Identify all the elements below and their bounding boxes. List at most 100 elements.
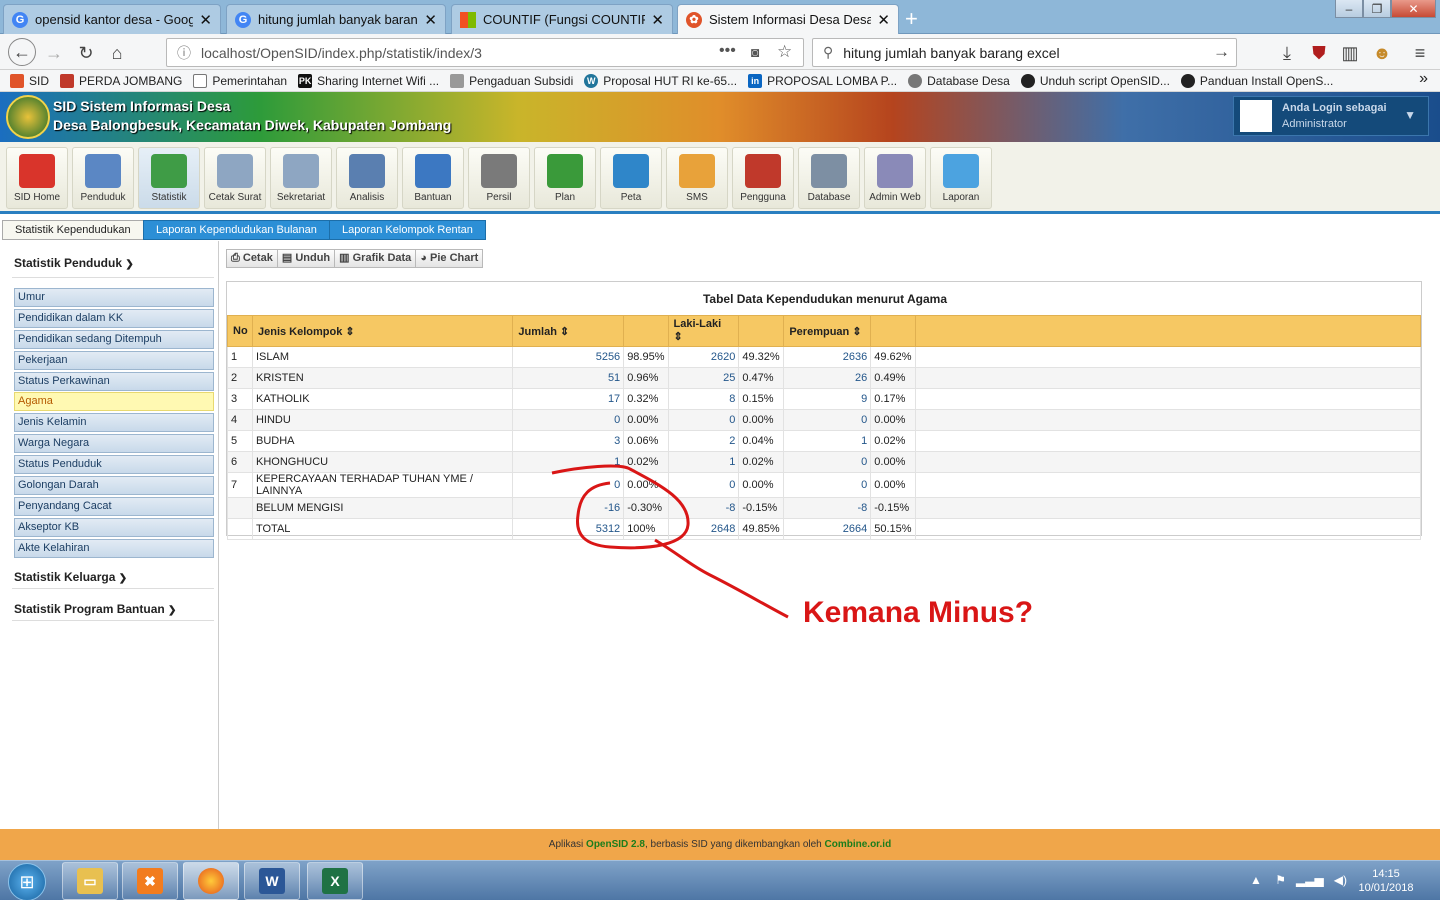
network-icon[interactable]: ▂▃▅: [1296, 873, 1324, 887]
close-icon[interactable]: ✕: [877, 11, 890, 29]
cell-jumlah[interactable]: 3: [512, 430, 625, 452]
taskbar-firefox[interactable]: [183, 862, 239, 900]
toolbar-sid-home-button[interactable]: SID Home: [6, 147, 68, 209]
sidebar-section-statistik-keluarga[interactable]: Statistik Keluarga ❯: [14, 570, 127, 584]
sidebar-section-statistik-program-bantuan[interactable]: Statistik Program Bantuan ❯: [14, 602, 176, 616]
tab-statistik-kependudukan[interactable]: Statistik Kependudukan: [2, 220, 144, 240]
bookmark-panduan[interactable]: Panduan Install OpenS...: [1180, 73, 1333, 88]
toolbar-statistik-button[interactable]: Statistik: [138, 147, 200, 209]
minimize-icon[interactable]: –: [1335, 0, 1363, 18]
toolbar-admin-web-button[interactable]: Admin Web: [864, 147, 926, 209]
more-bookmarks-chevron-icon[interactable]: »: [1419, 70, 1428, 88]
bookmark-pemerintahan[interactable]: Pemerintahan: [193, 73, 287, 88]
grafik-data-button[interactable]: ▥ Grafik Data: [334, 249, 417, 268]
close-icon[interactable]: ✕: [424, 11, 437, 29]
sidebar-item-akte-kelahiran[interactable]: Akte Kelahiran: [14, 539, 214, 558]
col-laki-laki[interactable]: Laki-Laki ⇕: [667, 315, 740, 347]
taskbar-xampp[interactable]: ✖: [122, 862, 178, 900]
toolbar-sekretariat-button[interactable]: Sekretariat: [270, 147, 332, 209]
toolbar-plan-button[interactable]: Plan: [534, 147, 596, 209]
sidebar-item-status-perkawinan[interactable]: Status Perkawinan: [14, 372, 214, 391]
sidebar-item-status-penduduk[interactable]: Status Penduduk: [14, 455, 214, 474]
menu-hamburger-icon[interactable]: ≡: [1408, 41, 1432, 65]
sidebar-item-golongan-darah[interactable]: Golongan Darah: [14, 476, 214, 495]
forward-arrow-icon[interactable]: →: [42, 41, 66, 65]
bookmark-sid[interactable]: SID: [10, 73, 49, 88]
maximize-icon[interactable]: ❐: [1363, 0, 1391, 18]
bookmark-proposal-hut[interactable]: W Proposal HUT RI ke-65...: [584, 73, 737, 88]
sidebar-section-statistik-penduduk[interactable]: Statistik Penduduk ❯: [14, 256, 134, 270]
taskbar-clock[interactable]: 14:15 10/01/2018: [1346, 867, 1426, 895]
cell-laki[interactable]: 8: [667, 388, 740, 410]
toolbar-cetak-surat-button[interactable]: Cetak Surat: [204, 147, 266, 209]
bookmark-unduh-script[interactable]: Unduh script OpenSID...: [1020, 73, 1170, 88]
toolbar-pengguna-button[interactable]: Pengguna: [732, 147, 794, 209]
toolbar-persil-button[interactable]: Persil: [468, 147, 530, 209]
cell-perempuan[interactable]: 0: [783, 409, 872, 431]
cell-jumlah[interactable]: 51: [512, 367, 625, 389]
bookmark-database-desa[interactable]: Database Desa: [908, 73, 1010, 88]
search-go-arrow-icon[interactable]: →: [1213, 42, 1230, 62]
bookmark-star-icon[interactable]: ☆: [777, 42, 792, 62]
close-icon[interactable]: ✕: [651, 11, 664, 29]
pocket-icon[interactable]: ◙: [751, 44, 759, 60]
close-icon[interactable]: ✕: [199, 11, 212, 29]
toolbar-database-button[interactable]: Database: [798, 147, 860, 209]
home-icon[interactable]: ⌂: [105, 41, 129, 65]
toolbar-laporan-button[interactable]: Laporan: [930, 147, 992, 209]
pie-chart-button[interactable]: ◕ Pie Chart: [415, 249, 484, 268]
sidebar-item-agama[interactable]: Agama: [14, 392, 214, 411]
toolbar-bantuan-button[interactable]: Bantuan: [402, 147, 464, 209]
window-close-icon[interactable]: ✕: [1391, 0, 1436, 18]
ublock-icon[interactable]: ⛊: [1307, 41, 1331, 65]
cell-perempuan[interactable]: 9: [783, 388, 872, 410]
combine-link[interactable]: Combine.or.id: [825, 839, 892, 850]
url-bar[interactable]: ⓘ localhost/OpenSID/index.php/statistik/…: [166, 38, 804, 67]
unduh-button[interactable]: ▤ Unduh: [276, 249, 336, 268]
bookmark-perda[interactable]: PERDA JOMBANG: [60, 73, 182, 88]
cell-jumlah[interactable]: 5256: [512, 346, 625, 368]
sidebar-item-warga-negara[interactable]: Warga Negara: [14, 434, 214, 453]
download-icon[interactable]: ⤓: [1275, 41, 1299, 65]
show-hidden-icons-icon[interactable]: ▲: [1250, 873, 1262, 887]
new-tab-plus-icon[interactable]: +: [905, 6, 918, 32]
windows-start-button[interactable]: ⊞: [8, 863, 46, 900]
reload-icon[interactable]: ↻: [74, 41, 98, 65]
opensid-link[interactable]: OpenSID 2.8: [586, 839, 645, 850]
sidebar-item-pendidikan-dalam-kk[interactable]: Pendidikan dalam KK: [14, 309, 214, 328]
sidebar-item-jenis-kelamin[interactable]: Jenis Kelamin: [14, 413, 214, 432]
sidebar-item-pendidikan-sedang-ditempuh[interactable]: Pendidikan sedang Ditempuh: [14, 330, 214, 349]
tab-laporan-kelompok-rentan[interactable]: Laporan Kelompok Rentan: [329, 220, 486, 240]
extension-icon[interactable]: ☻: [1370, 41, 1394, 65]
volume-icon[interactable]: ◀): [1334, 873, 1347, 887]
toolbar-sms-button[interactable]: SMS: [666, 147, 728, 209]
taskbar-excel[interactable]: X: [307, 862, 363, 900]
sidebar-item-umur[interactable]: Umur: [14, 288, 214, 307]
taskbar-explorer[interactable]: ▭: [62, 862, 118, 900]
back-arrow-icon[interactable]: ←: [8, 38, 36, 66]
browser-tab-3[interactable]: COUNTIF (Fungsi COUNTIF) - D ✕: [451, 4, 673, 34]
cell-laki[interactable]: 2: [667, 430, 740, 452]
sidebar-item-pekerjaan[interactable]: Pekerjaan: [14, 351, 214, 370]
cell-jumlah[interactable]: 0: [512, 409, 625, 431]
toolbar-penduduk-button[interactable]: Penduduk: [72, 147, 134, 209]
bookmark-proposal-lomba[interactable]: in PROPOSAL LOMBA P...: [748, 73, 897, 88]
cell-perempuan[interactable]: 1: [783, 430, 872, 452]
cell-perempuan[interactable]: 2636: [783, 346, 872, 368]
search-input[interactable]: ⚲ hitung jumlah banyak barang excel →: [812, 38, 1237, 67]
library-icon[interactable]: ▥: [1338, 41, 1362, 65]
col-perempuan[interactable]: Perempuan ⇕: [783, 315, 872, 347]
cell-laki[interactable]: 2620: [667, 346, 740, 368]
bookmark-sharing[interactable]: PK Sharing Internet Wifi ...: [298, 73, 439, 88]
browser-tab-2[interactable]: G hitung jumlah banyak barang e ✕: [226, 4, 446, 34]
sidebar-item-akseptor-kb[interactable]: Akseptor KB: [14, 518, 214, 537]
toolbar-peta-button[interactable]: Peta: [600, 147, 662, 209]
cell-jumlah[interactable]: 17: [512, 388, 625, 410]
cetak-button[interactable]: ⎙ Cetak: [226, 249, 278, 268]
toolbar-analisis-button[interactable]: Analisis: [336, 147, 398, 209]
browser-tab-4-active[interactable]: ✿ Sistem Informasi Desa Desa Bal ✕: [677, 4, 899, 34]
cell-perempuan[interactable]: 26: [783, 367, 872, 389]
bookmark-pengaduan[interactable]: Pengaduan Subsidi: [450, 73, 573, 88]
tab-laporan-bulanan[interactable]: Laporan Kependudukan Bulanan: [143, 220, 330, 240]
col-jumlah[interactable]: Jumlah ⇕: [512, 315, 625, 347]
